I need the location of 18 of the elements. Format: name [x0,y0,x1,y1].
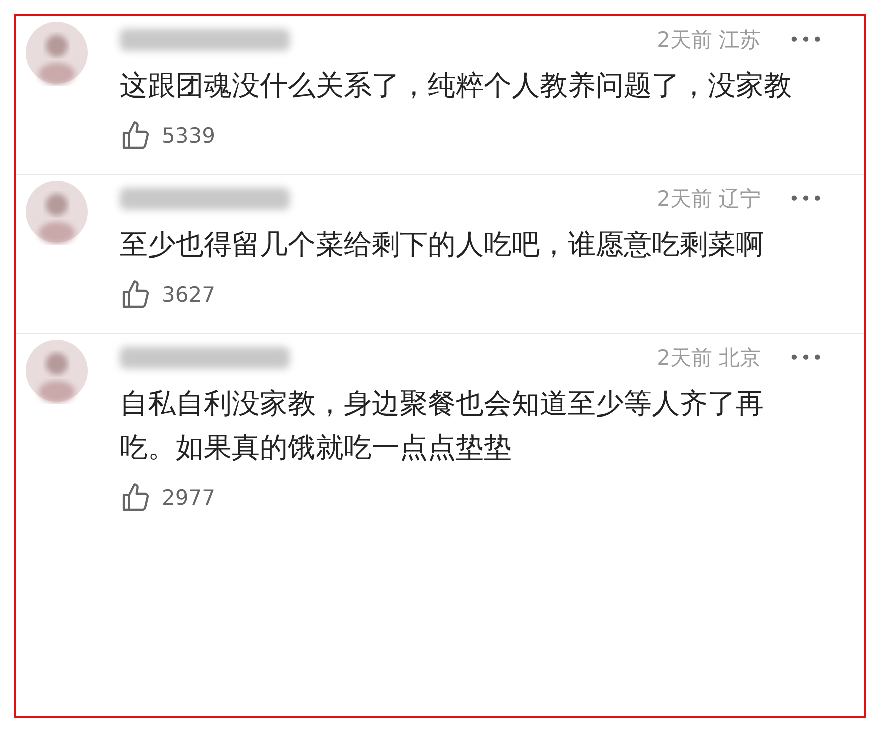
comment-text: 这跟团魂没什么关系了，纯粹个人教养问题了，没家教 [120,68,793,104]
time-location: 2天前 江苏 [657,27,762,54]
thumbs-up-icon [120,482,152,514]
thumbs-up-icon [120,279,152,311]
like-button[interactable]: 3627 [120,279,864,311]
avatar[interactable] [24,20,90,86]
avatar[interactable] [24,338,90,404]
like-button[interactable]: 5339 [120,120,864,152]
like-button[interactable]: 2977 [120,482,864,514]
comment-text: 至少也得留几个菜给剩下的人吃吧，谁愿意吃剩菜啊 [120,227,765,263]
avatar[interactable] [24,179,90,245]
more-button[interactable]: ••• [789,30,824,50]
time-location: 2天前 辽宁 [657,186,762,213]
comment-text: 自私自利没家教，身边聚餐也会知道至少等人齐了再吃。如果真的饿就吃一点点垫垫 [120,386,765,466]
more-button[interactable]: ••• [789,348,824,368]
more-button[interactable]: ••• [789,188,824,210]
time-location: 2天前 北京 [657,345,762,372]
thumbs-up-icon [120,120,152,152]
